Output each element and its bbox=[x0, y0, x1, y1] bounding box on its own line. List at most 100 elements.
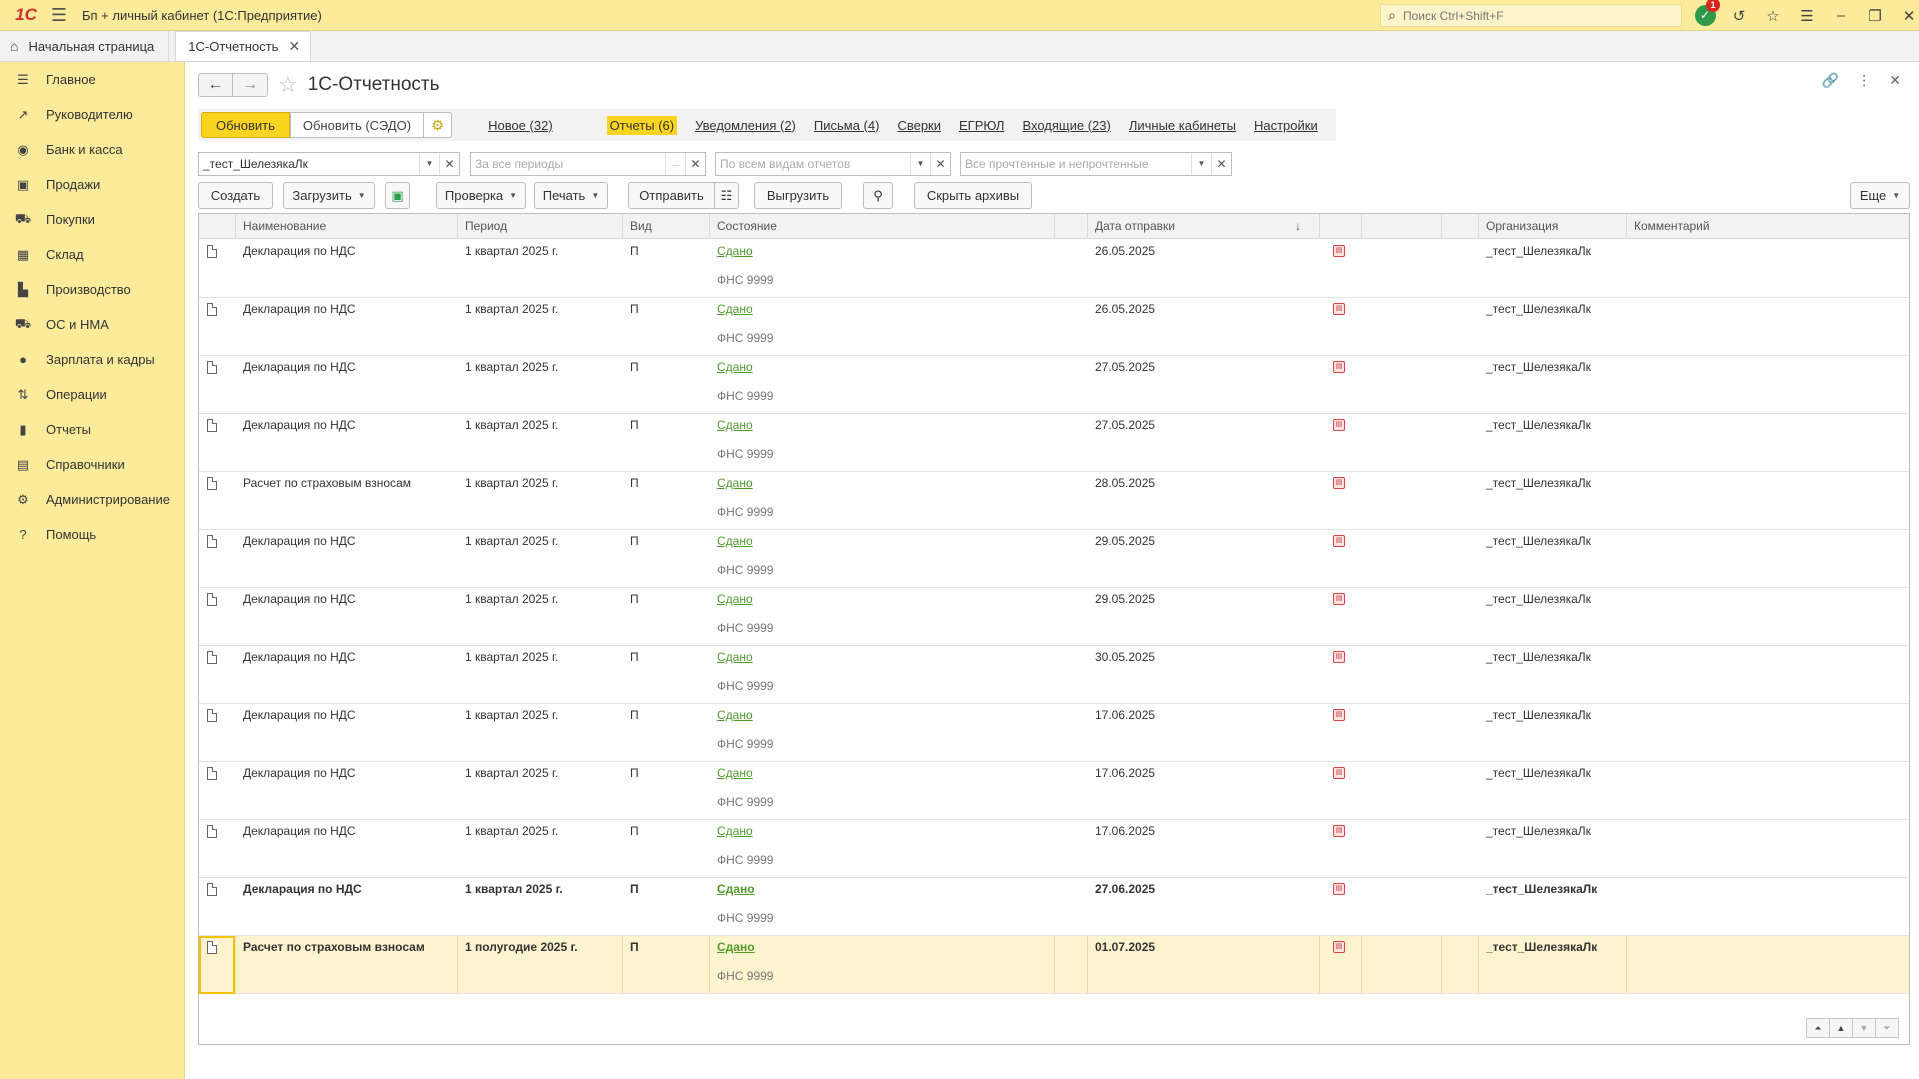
back-button[interactable]: ← bbox=[198, 73, 233, 97]
sidebar-item-1[interactable]: ↗ Руководителю bbox=[0, 97, 184, 132]
pdf-file-icon[interactable]: ▤ bbox=[1333, 883, 1345, 895]
pdf-file-icon[interactable]: ▤ bbox=[1333, 303, 1345, 315]
pdf-file-icon[interactable]: ▤ bbox=[1333, 245, 1345, 257]
col-state[interactable]: Состояние bbox=[709, 214, 1054, 239]
load-button[interactable]: Загрузить ▼ bbox=[283, 182, 375, 209]
forward-button[interactable]: → bbox=[233, 73, 268, 97]
status-link[interactable]: Сдано bbox=[717, 302, 753, 316]
status-link[interactable]: Сдано bbox=[717, 418, 753, 432]
status-link[interactable]: Сдано bbox=[717, 940, 755, 954]
scroll-top-icon[interactable]: ⏶ bbox=[1806, 1018, 1830, 1038]
table-row[interactable]: Расчет по страховым взносам 1 квартал 202… bbox=[199, 472, 1909, 530]
scroll-down-icon[interactable]: ▼ bbox=[1852, 1018, 1876, 1038]
status-link[interactable]: Сдано bbox=[717, 360, 753, 374]
table-row[interactable]: Декларация по НДС 1 квартал 2025 г. П Сдано… bbox=[199, 588, 1909, 646]
update-settings-gear-icon[interactable]: ⚙ bbox=[424, 112, 453, 138]
table-row[interactable]: Декларация по НДС 1 квартал 2025 г. П Сдано… bbox=[199, 878, 1909, 936]
close-form-icon[interactable]: ✕ bbox=[1889, 72, 1901, 89]
dropdown-arrow-icon[interactable]: ▼ bbox=[910, 153, 930, 175]
table-row[interactable]: Декларация по НДС 1 квартал 2025 г. П Сдано… bbox=[199, 240, 1909, 298]
col-sent-date[interactable]: Дата отправки ↓ bbox=[1087, 214, 1319, 239]
sidebar-item-8[interactable]: ● Зарплата и кадры bbox=[0, 342, 184, 377]
report-type-filter[interactable]: По всем видам отчетов ▼ ✕ bbox=[715, 152, 951, 176]
section-letters[interactable]: Письма (4) bbox=[814, 118, 880, 133]
notifications-button[interactable]: ✓ 1 bbox=[1688, 0, 1722, 26]
export-button[interactable]: Выгрузить bbox=[754, 182, 842, 209]
col-comment[interactable]: Комментарий bbox=[1626, 214, 1909, 239]
sidebar-item-13[interactable]: ? Помощь bbox=[0, 517, 184, 552]
table-row[interactable]: Декларация по НДС 1 квартал 2025 г. П Сдано… bbox=[199, 298, 1909, 356]
col-kind[interactable]: Вид bbox=[622, 214, 709, 239]
send-button[interactable]: Отправить bbox=[628, 182, 715, 209]
favorite-star-icon[interactable]: ☆ bbox=[278, 72, 298, 98]
sidebar-item-6[interactable]: ▙ Производство bbox=[0, 272, 184, 307]
attachment-icon[interactable]: ⚲ bbox=[863, 182, 893, 209]
pdf-file-icon[interactable]: ▤ bbox=[1333, 593, 1345, 605]
close-window-icon[interactable]: ✕ bbox=[1892, 7, 1919, 25]
status-link[interactable]: Сдано bbox=[717, 766, 753, 780]
col-name[interactable]: Наименование bbox=[235, 214, 457, 239]
table-row[interactable]: Декларация по НДС 1 квартал 2025 г. П Сдано… bbox=[199, 356, 1909, 414]
create-button[interactable]: Создать bbox=[198, 182, 273, 209]
app-logo[interactable]: 1C bbox=[6, 0, 46, 31]
status-link[interactable]: Сдано bbox=[717, 708, 753, 722]
close-tab-icon[interactable]: ✕ bbox=[288, 38, 300, 55]
sidebar-item-7[interactable]: ⛟ ОС и НМА bbox=[0, 307, 184, 342]
section-settings[interactable]: Настройки bbox=[1254, 118, 1318, 133]
tab-1c-reporting[interactable]: 1С-Отчетность ✕ bbox=[175, 31, 312, 61]
reports-table[interactable]: Наименование Период Вид Состояние Дата о… bbox=[198, 213, 1910, 1045]
status-link[interactable]: Сдано bbox=[717, 244, 753, 258]
period-filter[interactable]: За все периоды … ✕ bbox=[470, 152, 706, 176]
pdf-file-icon[interactable]: ▤ bbox=[1333, 709, 1345, 721]
scroll-up-icon[interactable]: ▲ bbox=[1829, 1018, 1853, 1038]
period-select-icon[interactable]: … bbox=[665, 153, 685, 175]
update-sedo-button[interactable]: Обновить (СЭДО) bbox=[289, 112, 425, 138]
sidebar-item-5[interactable]: ▦ Склад bbox=[0, 237, 184, 272]
scroll-bottom-icon[interactable]: ⏷ bbox=[1875, 1018, 1899, 1038]
sidebar-item-4[interactable]: ⛟ Покупки bbox=[0, 202, 184, 237]
read-status-filter[interactable]: Все прочтенные и непрочтенные ▼ ✕ bbox=[960, 152, 1232, 176]
sidebar-item-10[interactable]: ▮ Отчеты bbox=[0, 412, 184, 447]
more-vert-icon[interactable]: ⋮ bbox=[1857, 72, 1871, 89]
section-cabinets[interactable]: Личные кабинеты bbox=[1129, 118, 1236, 133]
pdf-file-icon[interactable]: ▤ bbox=[1333, 651, 1345, 663]
main-menu-icon[interactable]: ☰ bbox=[46, 0, 72, 31]
status-link[interactable]: Сдано bbox=[717, 476, 753, 490]
pdf-file-icon[interactable]: ▤ bbox=[1333, 941, 1345, 953]
update-button[interactable]: Обновить bbox=[201, 112, 290, 138]
sidebar-item-2[interactable]: ◉ Банк и касса bbox=[0, 132, 184, 167]
functions-menu-icon[interactable]: ☰ bbox=[1790, 7, 1824, 25]
sidebar-item-3[interactable]: ▣ Продажи bbox=[0, 167, 184, 202]
pdf-file-icon[interactable]: ▤ bbox=[1333, 767, 1345, 779]
send-list-icon[interactable]: ☷ bbox=[714, 182, 739, 209]
check-button[interactable]: Проверка ▼ bbox=[436, 182, 526, 209]
col-organization[interactable]: Организация bbox=[1478, 214, 1626, 239]
history-icon[interactable]: ↺ bbox=[1722, 7, 1756, 25]
pdf-file-icon[interactable]: ▤ bbox=[1333, 361, 1345, 373]
sidebar-item-0[interactable]: ☰ Главное bbox=[0, 62, 184, 97]
dropdown-arrow-icon[interactable]: ▼ bbox=[419, 153, 439, 175]
sidebar-item-11[interactable]: ▤ Справочники bbox=[0, 447, 184, 482]
save-to-disk-icon[interactable]: ▣ bbox=[385, 182, 410, 209]
table-row[interactable]: Расчет по страховым взносам 1 полугодие 2… bbox=[199, 936, 1909, 994]
favorites-icon[interactable]: ☆ bbox=[1756, 7, 1790, 25]
status-link[interactable]: Сдано bbox=[717, 882, 755, 896]
restore-icon[interactable]: ❐ bbox=[1858, 7, 1892, 25]
dropdown-arrow-icon[interactable]: ▼ bbox=[1191, 153, 1211, 175]
clear-icon[interactable]: ✕ bbox=[439, 153, 459, 175]
table-row[interactable]: Декларация по НДС 1 квартал 2025 г. П Сдано… bbox=[199, 646, 1909, 704]
table-row[interactable]: Декларация по НДС 1 квартал 2025 г. П Сдано… bbox=[199, 704, 1909, 762]
section-notifications[interactable]: Уведомления (2) bbox=[695, 118, 796, 133]
status-link[interactable]: Сдано bbox=[717, 824, 753, 838]
minimize-icon[interactable]: – bbox=[1824, 7, 1858, 24]
section-reports[interactable]: Отчеты (6) bbox=[606, 115, 678, 135]
sidebar-item-9[interactable]: ⇅ Операции bbox=[0, 377, 184, 412]
organization-filter[interactable]: _тест_ШелезякаЛк ▼ ✕ bbox=[198, 152, 460, 176]
col-period[interactable]: Период bbox=[457, 214, 622, 239]
search-input[interactable] bbox=[1403, 8, 1673, 23]
status-link[interactable]: Сдано bbox=[717, 534, 753, 548]
section-egrul[interactable]: ЕГРЮЛ bbox=[959, 118, 1004, 133]
pdf-file-icon[interactable]: ▤ bbox=[1333, 825, 1345, 837]
table-row[interactable]: Декларация по НДС 1 квартал 2025 г. П Сдано… bbox=[199, 530, 1909, 588]
pdf-file-icon[interactable]: ▤ bbox=[1333, 477, 1345, 489]
